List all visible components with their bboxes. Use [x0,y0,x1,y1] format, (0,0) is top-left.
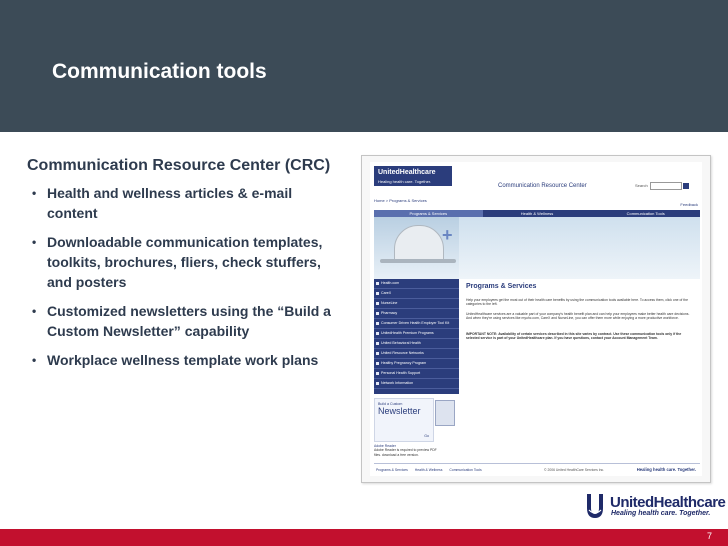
screenshot-feedback: Feedback [680,202,698,207]
screenshot-paragraph: Help your employees get the most out of … [466,298,688,307]
newsletter-promo-big: Newsletter [378,406,421,416]
crc-heading: Communication Resource Center (CRC) [27,157,331,174]
brand-name: UnitedHealthcare [610,494,726,511]
bullet-text: Health and wellness articles & e-mail co… [47,185,293,221]
screenshot-sidebar-item: Personal Health Support [374,369,459,379]
adobe-reader-text: Adobe Reader is required to preview PDF … [374,448,437,457]
newsletter-promo-small: Build a Custom [378,402,403,406]
screenshot-footer-link: Health & Wellness [414,468,443,472]
screenshot-sidebar-item: Consumer Driven Health Employer Tool Kit [374,319,459,329]
screenshot-sidebar-item: Health.com [374,279,459,289]
screenshot-sidebar-item: UnitedHealth Premium Programs [374,329,459,339]
bullet-text: Downloadable communication templates, to… [47,234,323,290]
screenshot-footer-tagline: Healing health care. Together. [636,467,696,472]
bullet-item: • Customized newsletters using the “Build… [27,301,337,341]
screenshot-sidebar-item: NurseLine [374,299,459,309]
brand-tagline: Healing health care. Together. [611,510,711,517]
screenshot-search-go-icon [682,183,689,189]
screenshot-nav: Programs & Services Health & Wellness Co… [374,210,700,217]
website-screenshot: UnitedHealthcare Healing health care. To… [361,155,711,483]
screenshot-hero-background [459,217,700,279]
screenshot-hero-image: + [374,217,459,279]
screenshot-search-label: Search [635,183,648,189]
screenshot-logo-tagline: Healing health care. Together. [378,179,432,184]
bullet-item: • Downloadable communication templates, t… [27,232,337,292]
brand-logo: UnitedHealthcare Healing health care. To… [584,492,726,522]
bullet-dot-icon: • [32,304,37,318]
screenshot-logo-text: UnitedHealthcare [378,169,436,176]
screenshot-sidebar-item: United Behavioral Health [374,339,459,349]
tray-icon [380,259,456,263]
screenshot-footer-copyright: © 2006 United HealthCare Services Inc. [544,468,605,472]
bullet-dot-icon: • [32,353,37,367]
screenshot-search-box [649,182,682,190]
screenshot-adobe-note: Adobe Reader Adobe Reader is required to… [374,444,444,457]
screenshot-search: Search [635,182,689,190]
footer-bar: 7 [0,529,728,546]
screenshot-paragraph: UnitedHealthcare services are a valuable… [466,312,690,321]
bullet-text: Workplace wellness template work plans [47,352,319,368]
screenshot-footer-link: Communication Tools [449,468,482,472]
screenshot-newsletter-promo: Build a Custom Newsletter Go [374,398,434,442]
bullet-item: • Workplace wellness template work plans [27,350,337,370]
screenshot-logo: UnitedHealthcare Healing health care. To… [374,166,452,186]
screenshot-sidebar-item: CareX [374,289,459,299]
unitedhealthcare-u-icon [587,494,603,518]
screenshot-site-title: Communication Resource Center [498,183,587,189]
screenshot-nav-item: Programs & Services [374,210,483,217]
screenshot-footer-link: Programs & Services [376,468,408,472]
screenshot-footer-links: Programs & Services Health & Wellness Co… [376,468,488,472]
bullet-text: Customized newsletters using the “Build … [47,303,331,339]
bullet-list: • Health and wellness articles & e-mail c… [27,183,337,370]
serving-dome-icon [394,225,444,263]
slide-title: Communication tools [52,60,267,83]
newsletter-document-icon [435,400,455,426]
screenshot-sidebar: Health.com CareX NurseLine Pharmacy Cons… [374,279,459,394]
plus-icon: + [442,225,453,245]
screenshot-page: UnitedHealthcare Healing health care. To… [370,162,702,476]
bullet-dot-icon: • [32,186,37,200]
screenshot-sidebar-item: Pharmacy [374,309,459,319]
screenshot-important-note: IMPORTANT NOTE: Availability of certain … [466,332,682,341]
screenshot-breadcrumb: Home > Programs & Services [374,198,427,203]
screenshot-sidebar-item: Healthy Pregnancy Program [374,359,459,369]
screenshot-nav-item: Health & Wellness [520,211,554,216]
screenshot-nav-item: Communication Tools [626,211,665,216]
page-number: 7 [706,531,712,541]
newsletter-promo-go: Go [424,434,429,438]
screenshot-sidebar-item: Network Information [374,379,459,389]
bullet-dot-icon: • [32,235,37,249]
bullet-item: • Health and wellness articles & e-mail c… [27,183,337,223]
slide-header: Communication tools [0,0,728,132]
screenshot-footer: Programs & Services Health & Wellness Co… [374,463,700,475]
content-column: Communication Resource Center (CRC) • Hea… [27,155,337,379]
screenshot-sidebar-item: United Resource Networks [374,349,459,359]
screenshot-main-title: Programs & Services [466,283,537,290]
